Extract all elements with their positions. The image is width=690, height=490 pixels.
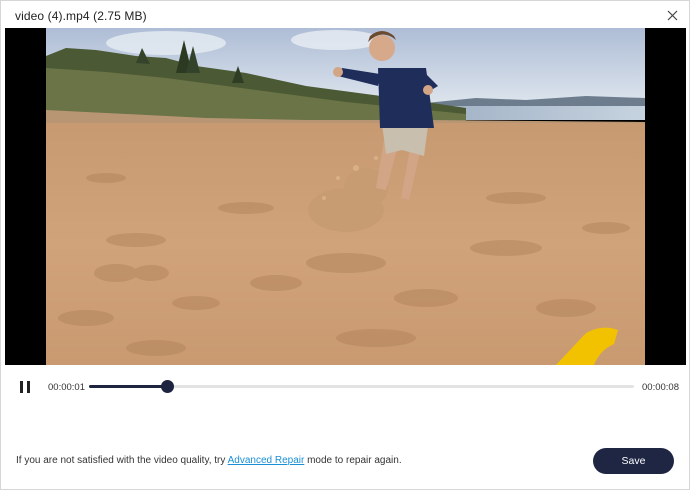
total-time: 00:00:08 (642, 382, 679, 393)
quality-note-suffix: mode to repair again. (304, 455, 402, 466)
quality-note: If you are not satisfied with the video … (16, 455, 402, 466)
video-frame[interactable] (46, 28, 645, 365)
video-frame-image (46, 28, 645, 365)
pause-button[interactable] (17, 379, 33, 395)
advanced-repair-link[interactable]: Advanced Repair (228, 455, 305, 466)
video-preview-dialog: video (4).mp4 (2.75 MB) 00:00:01 00:00:0… (0, 0, 690, 490)
save-button[interactable]: Save (593, 448, 674, 474)
playback-controls: 00:00:01 00:00:08 (1, 365, 689, 409)
close-icon (667, 10, 677, 20)
close-button[interactable] (663, 6, 681, 24)
title-bar: video (4).mp4 (2.75 MB) (1, 1, 689, 29)
current-time: 00:00:01 (48, 382, 85, 393)
seek-bar[interactable] (89, 380, 634, 393)
seek-bar-fill (89, 385, 167, 388)
pause-icon (20, 381, 30, 393)
video-player[interactable] (5, 28, 686, 365)
quality-note-prefix: If you are not satisfied with the video … (16, 455, 228, 466)
seek-handle[interactable] (160, 380, 174, 393)
window-title: video (4).mp4 (2.75 MB) (15, 9, 147, 23)
